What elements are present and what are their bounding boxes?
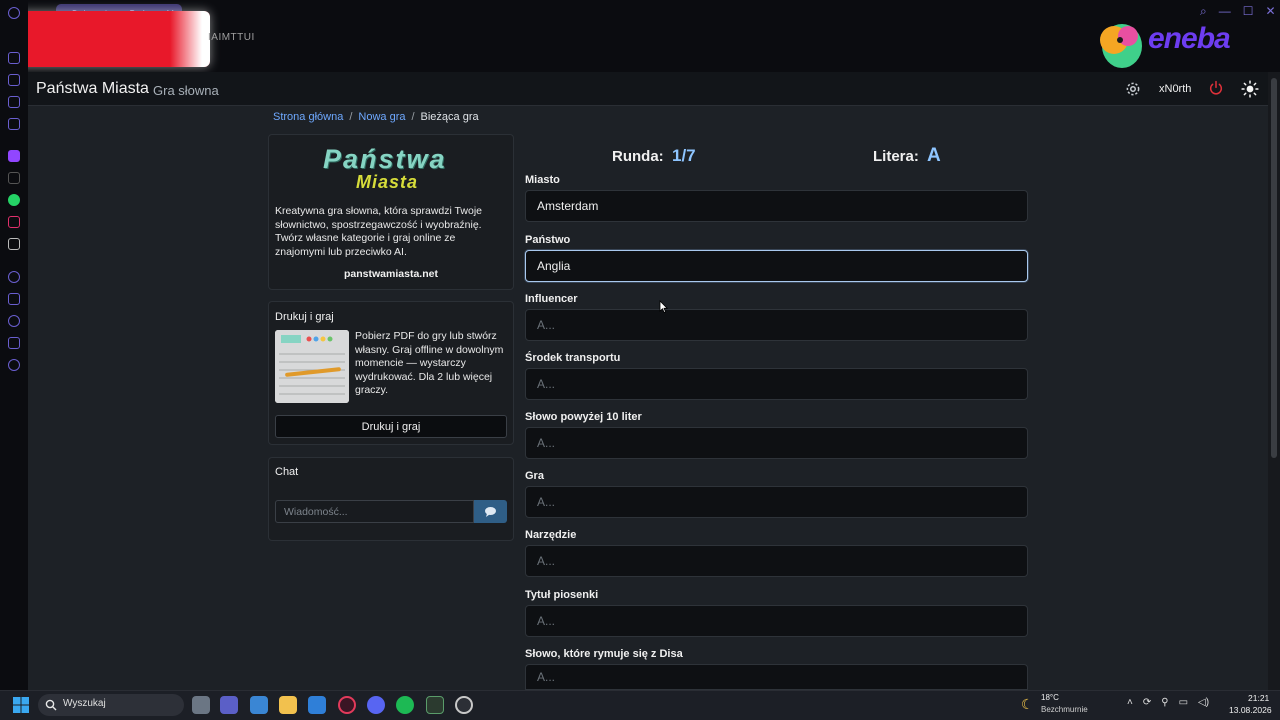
field-input-tool[interactable] bbox=[525, 545, 1028, 577]
breadcrumb: Strona główna / Nowa gra / Bieżąca gra bbox=[273, 111, 479, 123]
sidebar-player-icon[interactable] bbox=[8, 271, 20, 283]
system-tray: ˄ ⟳ ⚲ ▭ ◁) bbox=[1127, 697, 1209, 708]
eneba-brand-text: eneba bbox=[1148, 22, 1231, 55]
task-view-icon[interactable] bbox=[192, 696, 210, 714]
breadcrumb-new-game-link[interactable]: Nowa gra bbox=[358, 111, 405, 123]
browser-sidebar bbox=[0, 0, 28, 690]
app-subtitle: Gra słowna bbox=[153, 83, 219, 98]
taskbar-search-text: Wyszukaj bbox=[63, 698, 106, 709]
chat-send-button[interactable] bbox=[474, 500, 507, 523]
twitch-icon[interactable] bbox=[8, 150, 20, 162]
history-icon[interactable] bbox=[8, 315, 20, 327]
opera-icon[interactable] bbox=[8, 7, 20, 19]
field-label-influencer: Influencer bbox=[525, 293, 578, 305]
x-twitter-icon[interactable] bbox=[8, 238, 20, 250]
field-label-long-word: Słowo powyżej 10 liter bbox=[525, 411, 642, 423]
sidebar-percent-icon[interactable] bbox=[8, 172, 20, 184]
xbox-icon[interactable] bbox=[426, 696, 444, 714]
store-icon[interactable] bbox=[250, 696, 268, 714]
speaker-icon[interactable]: ◁) bbox=[1198, 697, 1209, 708]
chevron-up-icon[interactable]: ˄ bbox=[1127, 697, 1133, 708]
steam-icon[interactable] bbox=[455, 696, 473, 714]
sync-icon[interactable]: ⟳ bbox=[1143, 697, 1151, 708]
intro-description: Kreatywna gra słowna, która sprawdzi Two… bbox=[275, 205, 482, 258]
chat-bubble-icon bbox=[485, 507, 496, 517]
breadcrumb-current: Bieżąca gra bbox=[420, 111, 479, 123]
field-input-game[interactable] bbox=[525, 486, 1028, 518]
sidebar-pin-icon[interactable] bbox=[8, 293, 20, 305]
taskbar-search-box[interactable] bbox=[38, 694, 184, 716]
teams-icon[interactable] bbox=[220, 696, 238, 714]
field-label-country: Państwo bbox=[525, 234, 571, 246]
breadcrumb-separator: / bbox=[349, 111, 353, 123]
gear-icon[interactable] bbox=[1124, 80, 1142, 98]
clock-date[interactable]: 13.08.2026 bbox=[1229, 705, 1272, 715]
scrollbar-thumb[interactable] bbox=[1271, 78, 1277, 458]
app-title[interactable]: Państwa Miasta bbox=[36, 80, 149, 98]
settings-icon[interactable] bbox=[8, 359, 20, 371]
search-icon bbox=[45, 699, 57, 711]
game-logo-main: Państwa bbox=[323, 144, 447, 174]
field-label-city: Miasto bbox=[525, 174, 560, 186]
print-card-title: Drukuj i graj bbox=[275, 311, 334, 323]
opera-gx-taskbar-icon[interactable] bbox=[338, 696, 356, 714]
windows-start-icon[interactable] bbox=[13, 697, 29, 713]
mail-icon[interactable] bbox=[308, 696, 326, 714]
site-link[interactable]: panstwamiasta.net bbox=[268, 268, 514, 280]
field-input-rhyme[interactable] bbox=[525, 664, 1028, 690]
field-input-transport[interactable] bbox=[525, 368, 1028, 400]
chat-title: Chat bbox=[275, 466, 299, 478]
field-input-influencer[interactable] bbox=[525, 309, 1028, 341]
sun-icon[interactable] bbox=[1241, 80, 1259, 98]
redaction-box bbox=[14, 11, 210, 67]
file-explorer-icon[interactable] bbox=[279, 696, 297, 714]
whatsapp-icon[interactable] bbox=[8, 194, 20, 206]
round-label: Runda: bbox=[612, 148, 664, 165]
chat-card bbox=[268, 457, 514, 541]
print-and-play-button[interactable]: Drukuj i graj bbox=[275, 415, 507, 438]
breadcrumb-home-link[interactable]: Strona główna bbox=[273, 111, 343, 123]
sidebar-bag-icon[interactable] bbox=[8, 74, 20, 86]
letter-label: Litera: bbox=[873, 148, 919, 165]
mouse-cursor-icon bbox=[659, 300, 669, 314]
username-label[interactable]: xN0rth bbox=[1159, 83, 1191, 95]
clock-time[interactable]: 21:21 bbox=[1248, 693, 1269, 703]
monitor-icon[interactable]: ▭ bbox=[1179, 697, 1188, 708]
print-thumbnail-image bbox=[275, 330, 349, 403]
gx-icon[interactable] bbox=[8, 648, 20, 660]
extensions-icon[interactable] bbox=[8, 337, 20, 349]
game-logo-sub: Miasta bbox=[356, 172, 419, 192]
field-input-long-word[interactable] bbox=[525, 427, 1028, 459]
microphone-icon[interactable]: ⚲ bbox=[1161, 697, 1168, 708]
field-label-transport: Środek transportu bbox=[525, 352, 621, 364]
discord-icon[interactable] bbox=[367, 696, 385, 714]
field-label-song-title: Tytuł piosenki bbox=[525, 589, 599, 601]
field-label-game: Gra bbox=[525, 470, 544, 482]
weather-temperature[interactable]: 18°C bbox=[1041, 693, 1059, 702]
field-input-city[interactable] bbox=[525, 190, 1028, 222]
chat-message-input[interactable] bbox=[275, 500, 474, 523]
instagram-icon[interactable] bbox=[8, 216, 20, 228]
field-label-rhyme: Słowo, które rymuje się z Disa bbox=[525, 648, 683, 660]
sidebar-m-icon[interactable] bbox=[8, 118, 20, 130]
power-icon[interactable] bbox=[1208, 80, 1224, 96]
round-value: 1/7 bbox=[672, 146, 696, 165]
print-description: Pobierz PDF do gry lub stwórz własny. Gr… bbox=[355, 330, 504, 396]
weather-description[interactable]: Bezchmurnie bbox=[1041, 705, 1088, 714]
moon-icon: ☾ bbox=[1021, 696, 1034, 712]
sidebar-mail-icon[interactable] bbox=[8, 96, 20, 108]
field-label-tool: Narzędzie bbox=[525, 529, 577, 541]
letter-value: A bbox=[927, 145, 941, 166]
field-input-country[interactable] bbox=[525, 250, 1028, 282]
sidebar-home-icon[interactable] bbox=[8, 52, 20, 64]
field-input-song-title[interactable] bbox=[525, 605, 1028, 637]
spotify-icon[interactable] bbox=[396, 696, 414, 714]
breadcrumb-separator: / bbox=[411, 111, 415, 123]
address-text[interactable]: IAIMTTUI bbox=[208, 32, 255, 43]
